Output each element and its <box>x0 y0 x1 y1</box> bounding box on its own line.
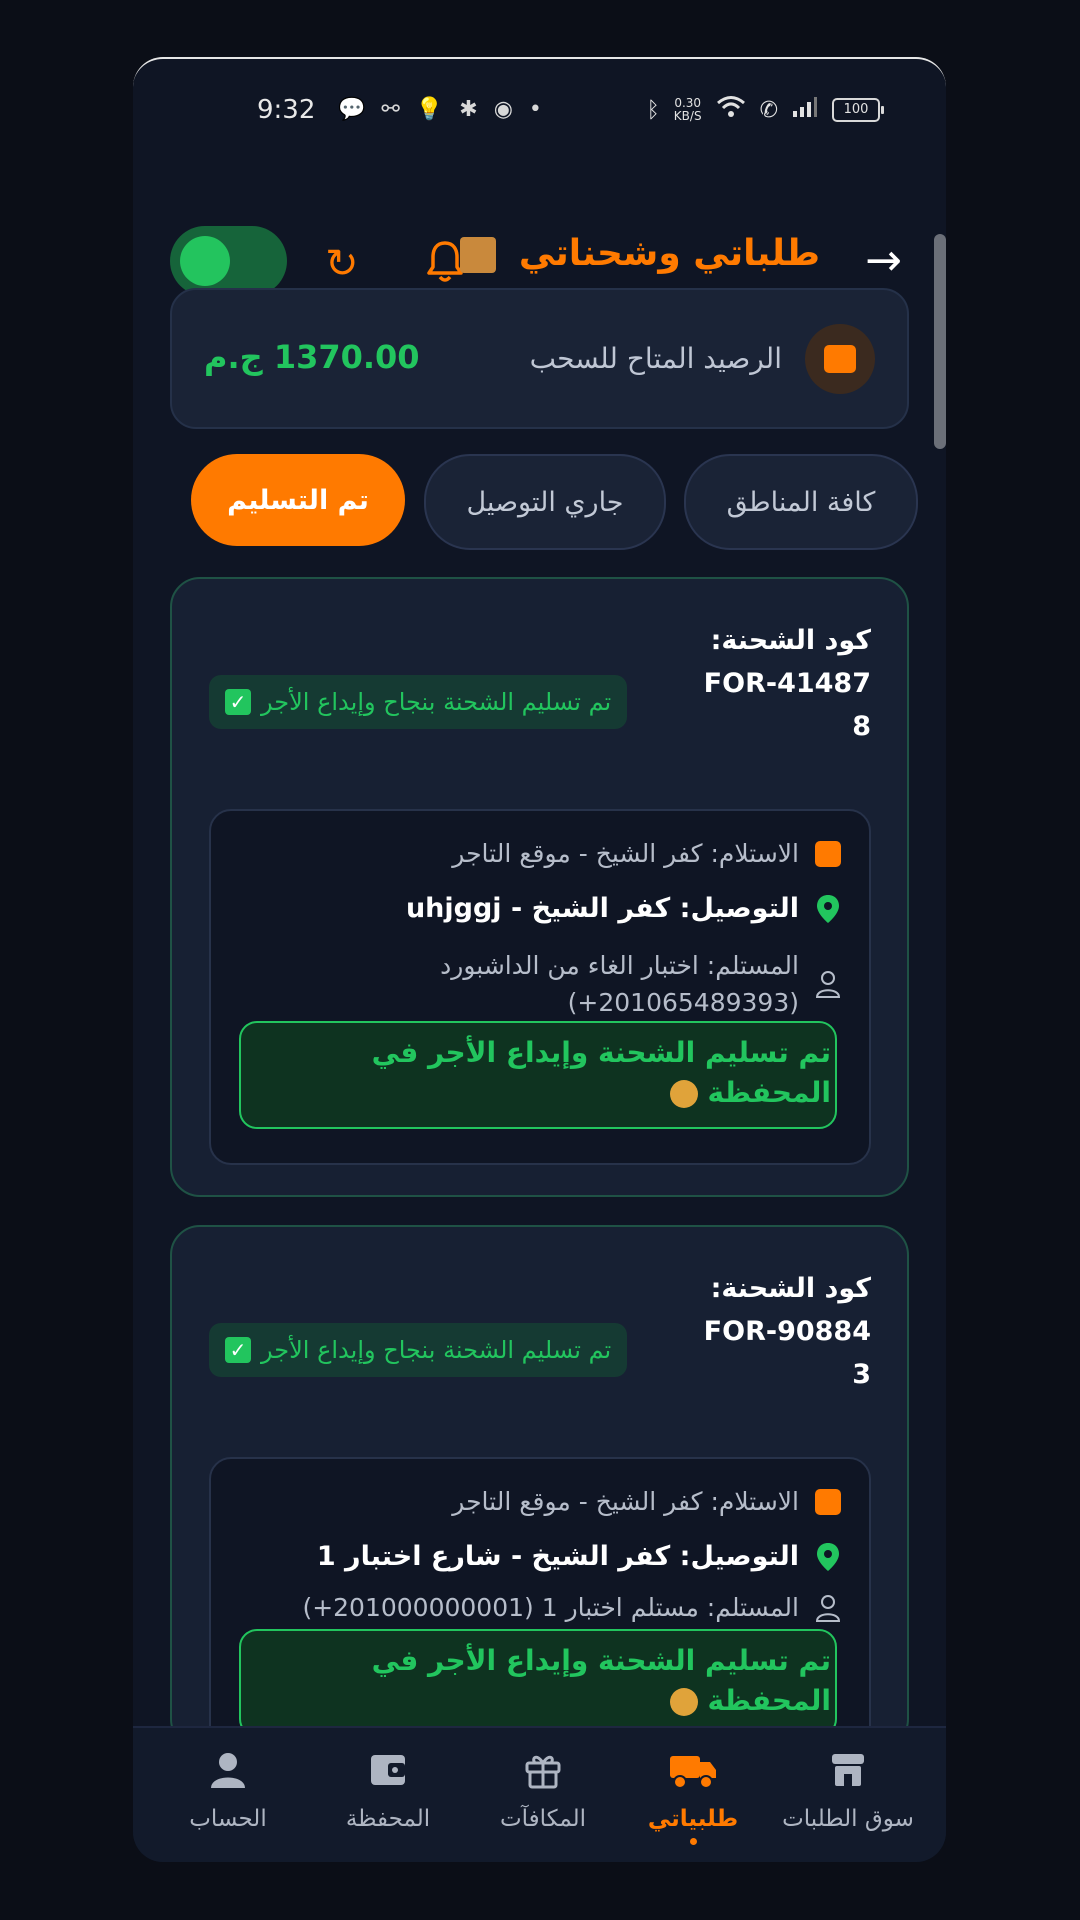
nav-account[interactable]: الحساب <box>173 1750 283 1832</box>
check-icon: ✓ <box>225 1337 251 1363</box>
chat-icon: 💬 <box>338 97 366 122</box>
recipient-row: المستلم: اختبار الغاء من الداشبورد (2010… <box>241 947 841 1021</box>
money-bag-icon <box>669 1080 698 1108</box>
dot-icon: • <box>528 97 542 122</box>
wallet-icon <box>805 324 875 394</box>
nav-label: سوق الطلبات <box>782 1806 914 1832</box>
nav-orders-market[interactable]: سوق الطلبات <box>773 1750 923 1832</box>
shipment-code-label: كود الشحنة: <box>710 625 871 656</box>
status-badge: تم تسليم الشحنة بنجاح وإيداع الأجر ✓ <box>209 1323 628 1377</box>
user-icon <box>815 971 841 998</box>
pickup-row: الاستلام: كفر الشيخ - موقع التاجر <box>452 839 841 868</box>
delivery-row: التوصيل: كفر الشيخ - شارع اختبار 1 <box>317 1541 841 1572</box>
nav-wallet[interactable]: المحفظة <box>323 1750 453 1832</box>
balance-card: الرصيد المتاح للسحب 1370.00 ج.م <box>170 288 909 429</box>
battery-icon: 100 <box>832 98 884 122</box>
shipment-code-label: كود الشحنة: <box>710 1273 871 1304</box>
nav-label: الحساب <box>189 1806 267 1832</box>
status-bar: 9:32 💬 ⚯ 💡 ✱ ◉ • ᛒ 0.30 KB/S ✆ 100 <box>133 59 946 169</box>
active-indicator <box>689 1838 697 1845</box>
deposit-note-text: تم تسليم الشحنة وإيداع الأجر في المحفظة <box>371 1644 831 1717</box>
app-icon: 💡 <box>415 97 444 122</box>
status-badge: تم تسليم الشحنة بنجاح وإيداع الأجر ✓ <box>209 675 628 729</box>
user-icon <box>815 1594 841 1622</box>
status-time: 9:32 <box>257 95 316 125</box>
recipient-row: المستلم: مستلم اختبار 1 (201000000001+) <box>302 1593 841 1622</box>
network-icon: ⚯ <box>381 97 400 122</box>
order-card[interactable]: كود الشحنة: FOR-908843 تم تسليم الشحنة ب… <box>170 1225 909 1781</box>
nav-label: طلبياتي <box>647 1806 739 1832</box>
call-icon: ✆ <box>759 97 778 123</box>
deposit-note-text: تم تسليم الشحنة وإيداع الأجر في المحفظة <box>371 1036 831 1109</box>
location-pin-icon <box>817 1542 839 1571</box>
scrollbar[interactable] <box>934 234 946 449</box>
pickup-text: الاستلام: كفر الشيخ - موقع التاجر <box>452 839 799 868</box>
notification-icons: 💬 ⚯ 💡 ✱ ◉ • <box>338 97 542 122</box>
package-icon <box>460 237 497 273</box>
status-text: تم تسليم الشحنة بنجاح وإيداع الأجر <box>261 1336 612 1364</box>
wallet-deposit-note: تم تسليم الشحنة وإيداع الأجر في المحفظة <box>239 1629 837 1737</box>
user-icon <box>211 1753 245 1788</box>
filter-tabs: كافة المناطق جاري التوصيل تم التسليم <box>133 454 946 550</box>
recipient-text: المستلم: اختبار الغاء من الداشبورد (2010… <box>440 951 799 1017</box>
check-icon: ✓ <box>225 689 251 715</box>
gift-icon <box>525 1755 561 1789</box>
page-title: طلباتي وشحناتي <box>460 233 820 274</box>
system-icons: ᛒ 0.30 KB/S ✆ 100 <box>646 95 884 125</box>
app2-icon: ✱ <box>459 97 478 122</box>
order-card[interactable]: كود الشحنة: FOR-414878 تم تسليم الشحنة ب… <box>170 577 909 1197</box>
status-text: تم تسليم الشحنة بنجاح وإيداع الأجر <box>261 688 612 716</box>
shipment-code: كود الشحنة: FOR-414878 <box>691 619 871 748</box>
signal-icon <box>792 96 818 124</box>
bell-icon[interactable] <box>425 239 465 287</box>
balance-label: الرصيد المتاح للسحب <box>529 342 782 375</box>
nav-my-orders[interactable]: طلبياتي <box>633 1750 753 1845</box>
speed-value: 0.30 <box>674 96 702 110</box>
toggle-knob <box>180 236 230 286</box>
page-title-text: طلباتي وشحناتي <box>518 233 820 274</box>
tab-all-areas[interactable]: كافة المناطق <box>684 454 918 550</box>
money-bag-icon <box>669 1688 698 1716</box>
shipment-code: كود الشحنة: FOR-908843 <box>691 1267 871 1396</box>
recipient-text: المستلم: مستلم اختبار 1 (201000000001+) <box>302 1593 799 1622</box>
phone-screen: 9:32 💬 ⚯ 💡 ✱ ◉ • ᛒ 0.30 KB/S ✆ 100 ↻ طلب… <box>133 57 946 1862</box>
app3-icon: ◉ <box>493 97 513 122</box>
store-icon <box>832 1754 864 1786</box>
wifi-icon <box>716 95 746 125</box>
network-speed: 0.30 KB/S <box>674 97 702 123</box>
shop-icon <box>815 1488 841 1515</box>
shop-icon <box>815 840 841 867</box>
wallet-icon <box>371 1755 405 1785</box>
delivery-text: التوصيل: كفر الشيخ - uhjggj <box>405 893 799 924</box>
speed-unit: KB/S <box>673 109 702 123</box>
refresh-icon[interactable]: ↻ <box>325 241 359 287</box>
app-header: ↻ طلباتي وشحناتي → <box>133 169 946 296</box>
tab-delivered[interactable]: تم التسليم <box>191 454 405 546</box>
back-arrow-icon[interactable]: → <box>865 235 902 286</box>
bluetooth-icon: ᛒ <box>646 97 660 123</box>
tab-in-delivery[interactable]: جاري التوصيل <box>424 454 666 550</box>
nav-rewards[interactable]: المكافآت <box>478 1750 608 1832</box>
tabs-fade <box>133 454 183 550</box>
shipment-code-value: FOR-908843 <box>703 1316 871 1390</box>
delivery-text: التوصيل: كفر الشيخ - شارع اختبار 1 <box>316 1541 799 1572</box>
nav-label: المكافآت <box>499 1806 587 1832</box>
nav-label: المحفظة <box>345 1806 431 1832</box>
delivery-row: التوصيل: كفر الشيخ - uhjggj <box>406 893 841 924</box>
balance-amount: 1370.00 ج.م <box>204 338 420 376</box>
shipment-code-value: FOR-414878 <box>703 668 871 742</box>
pickup-row: الاستلام: كفر الشيخ - موقع التاجر <box>452 1487 841 1516</box>
truck-icon <box>670 1756 716 1789</box>
bottom-navigation: سوق الطلبات طلبياتي المكافآت المحفظة الح… <box>133 1726 946 1862</box>
pickup-text: الاستلام: كفر الشيخ - موقع التاجر <box>452 1487 799 1516</box>
order-details: الاستلام: كفر الشيخ - موقع التاجر التوصي… <box>209 809 871 1165</box>
online-toggle[interactable] <box>170 226 287 296</box>
wallet-deposit-note: تم تسليم الشحنة وإيداع الأجر في المحفظة <box>239 1021 837 1129</box>
location-pin-icon <box>817 894 839 923</box>
